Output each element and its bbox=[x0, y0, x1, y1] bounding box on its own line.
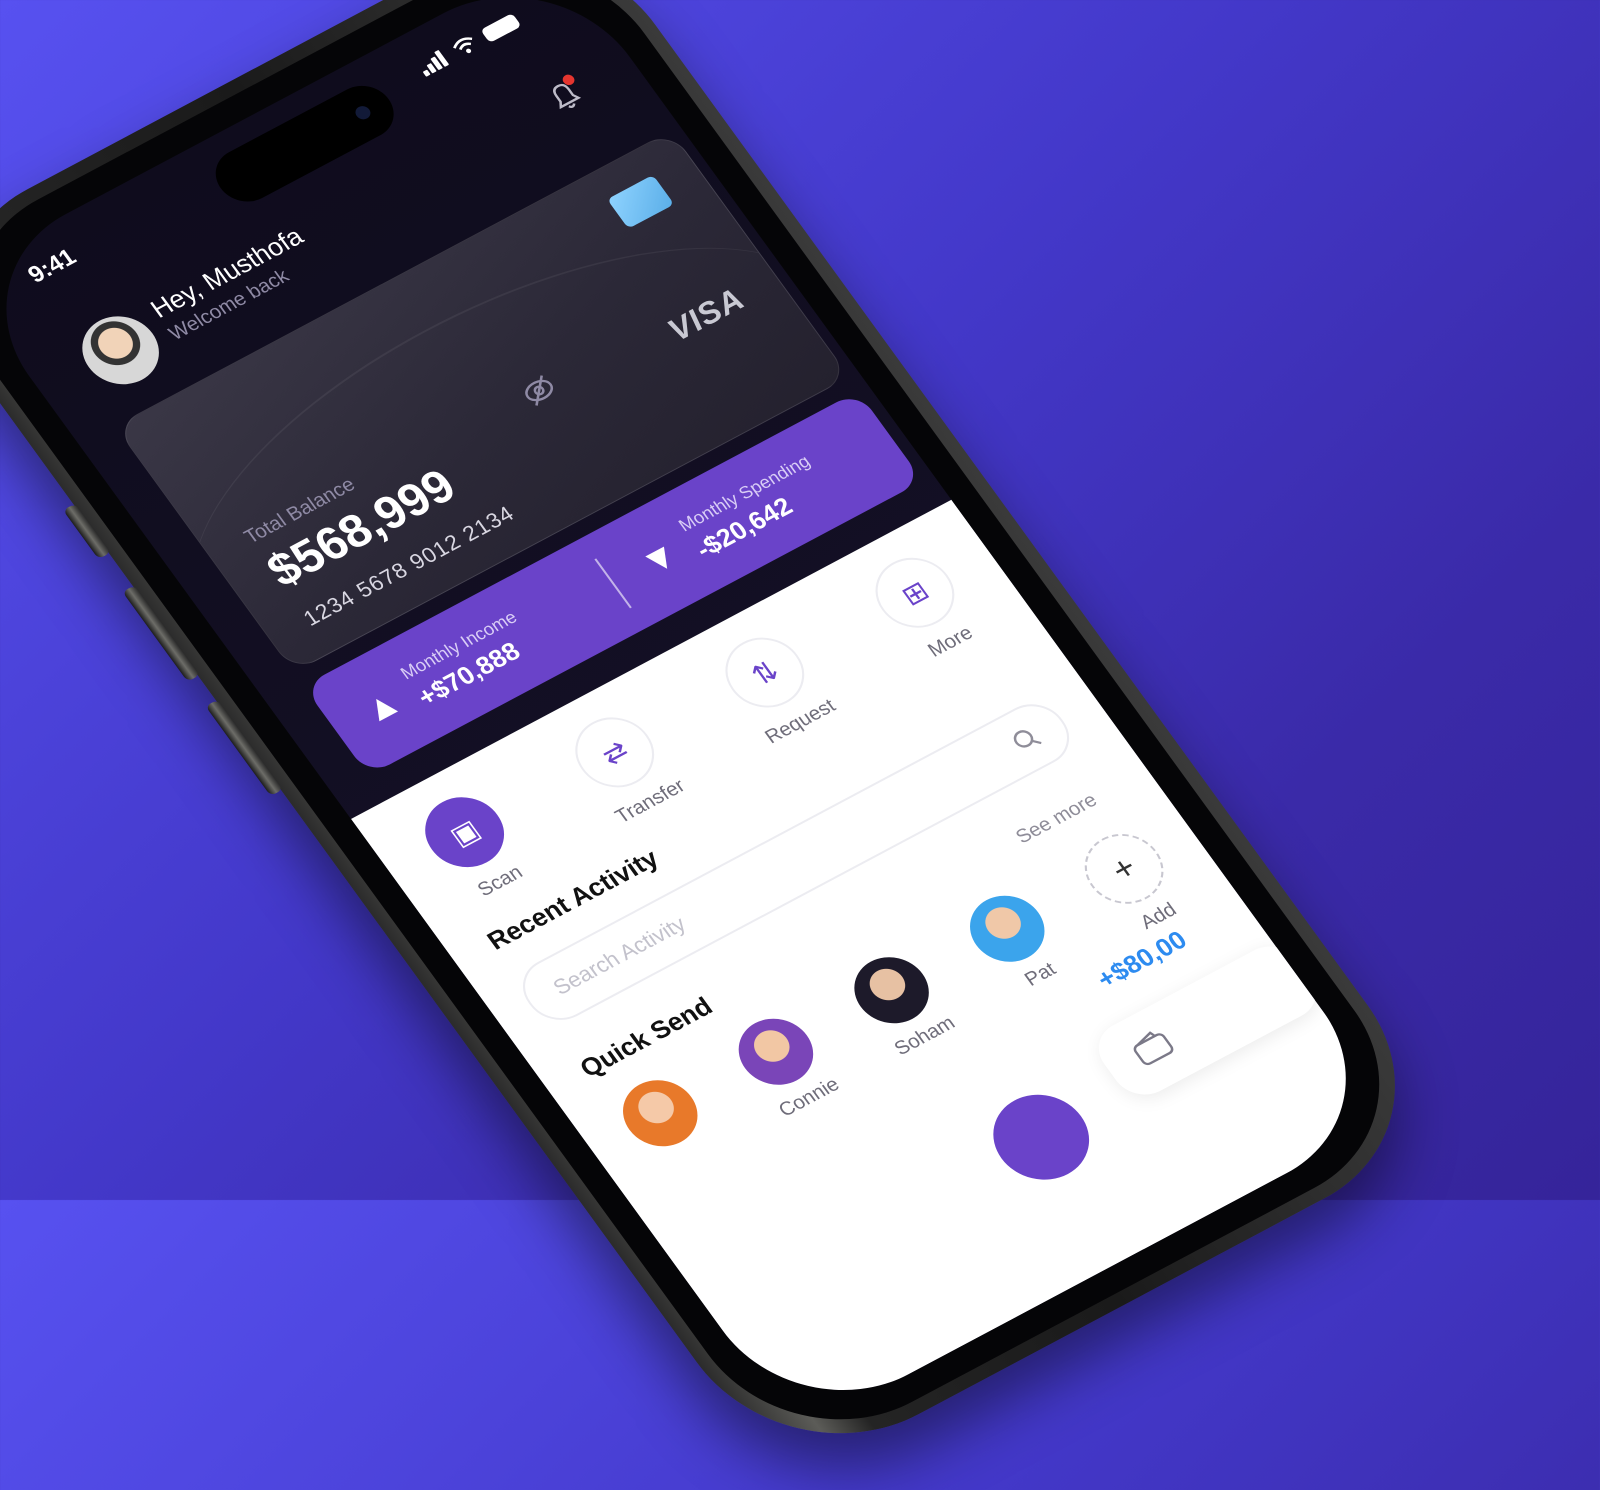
app-screen: 9:41 Hey, Musthofa Welcome back VISA Tot… bbox=[0, 0, 1398, 1434]
battery-icon bbox=[480, 13, 522, 43]
contact-avatar bbox=[608, 1068, 712, 1159]
card-chip-icon bbox=[607, 174, 675, 229]
contact-item[interactable]: Connie bbox=[713, 1001, 861, 1133]
status-time: 9:41 bbox=[22, 243, 82, 289]
front-camera bbox=[352, 103, 374, 122]
action-more[interactable]: ⊞ More bbox=[844, 537, 1006, 678]
dynamic-island bbox=[204, 76, 406, 212]
contact-item[interactable]: Soham bbox=[828, 939, 976, 1071]
wifi-icon bbox=[453, 37, 473, 54]
scene: 9:41 Hey, Musthofa Welcome back VISA Tot… bbox=[0, 0, 1600, 1485]
floating-action-button[interactable] bbox=[974, 1079, 1108, 1196]
signal-icon bbox=[416, 49, 451, 77]
phone-frame: 9:41 Hey, Musthofa Welcome back VISA Tot… bbox=[0, 0, 1457, 1485]
grid-icon: ⊞ bbox=[860, 545, 970, 641]
income-arrow-icon: ▲ bbox=[353, 680, 410, 732]
see-more-link[interactable]: See more bbox=[1012, 789, 1102, 849]
status-icons bbox=[416, 11, 522, 77]
spending-arrow-icon: ▼ bbox=[631, 533, 688, 584]
action-request[interactable]: ⇅ Request bbox=[694, 617, 856, 758]
transfer-icon: ⇄ bbox=[560, 704, 670, 800]
request-icon: ⇅ bbox=[710, 624, 820, 721]
action-transfer[interactable]: ⇄ Transfer bbox=[544, 696, 706, 837]
contact-item[interactable]: Pat bbox=[944, 878, 1092, 1010]
action-scan[interactable]: ▣ Scan bbox=[394, 776, 556, 917]
scan-icon: ▣ bbox=[409, 784, 520, 880]
wallet-icon[interactable] bbox=[1126, 1025, 1181, 1072]
add-contact[interactable]: + Add bbox=[1060, 816, 1208, 948]
phone-bezel: 9:41 Hey, Musthofa Welcome back VISA Tot… bbox=[0, 0, 1437, 1467]
notification-bell-icon[interactable] bbox=[535, 70, 594, 121]
contact-item[interactable] bbox=[597, 1062, 745, 1194]
